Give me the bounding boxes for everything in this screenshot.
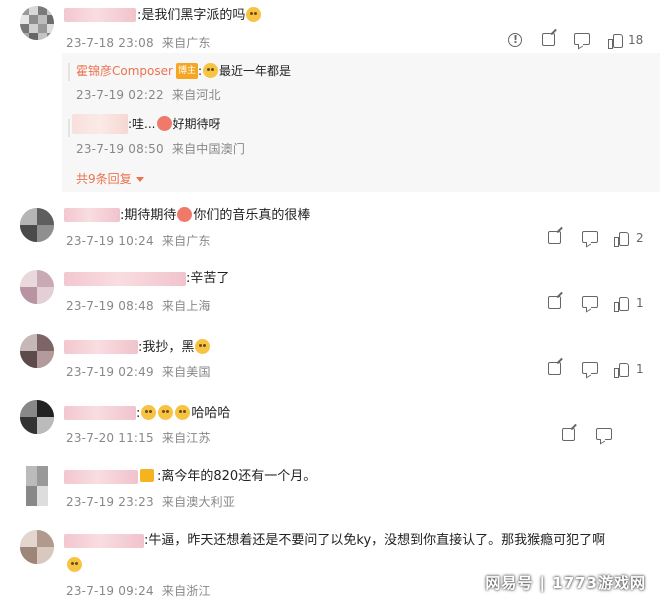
reply-author[interactable]: 霍锦彦Composer	[76, 64, 173, 78]
reply-meta: 23-7-19 02:22 来自河北	[76, 88, 221, 102]
comment-text-emoji	[66, 557, 83, 574]
username[interactable]	[64, 470, 138, 484]
comment-actions: 18	[508, 33, 648, 51]
comment-meta: 23-7-19 08:48 来自上海	[66, 299, 211, 313]
comment-text: :辛苦了	[186, 271, 230, 286]
comment-text: :离今年的820还有一个月。	[140, 469, 316, 485]
share-icon[interactable]	[548, 231, 561, 244]
emoji-icon	[175, 405, 191, 420]
crown-icon	[140, 469, 154, 482]
author-badge: 博主	[175, 63, 198, 79]
avatar[interactable]	[26, 466, 48, 506]
share-icon[interactable]	[548, 296, 561, 309]
comment-meta: 23-7-19 10:24 来自广东	[66, 234, 211, 248]
like-icon[interactable]	[614, 362, 629, 378]
emoji-icon	[158, 405, 174, 420]
report-icon[interactable]	[508, 33, 522, 47]
comment-actions	[562, 428, 642, 446]
comment-icon[interactable]	[574, 33, 590, 45]
avatar[interactable]	[20, 208, 54, 242]
share-icon[interactable]	[548, 362, 561, 375]
avatar[interactable]	[20, 400, 54, 434]
like-icon[interactable]	[614, 231, 629, 247]
comment-icon[interactable]	[582, 362, 598, 374]
emoji-icon	[141, 405, 157, 420]
username[interactable]	[64, 272, 186, 286]
comment-text: :牛逼，昨天还想着还是不要问了以免ky，没想到你直接认了。那我猴瘾可犯了啊	[144, 533, 606, 548]
reply-thread: 霍锦彦Composer 博主: 最近一年都是 23-7-19 02:22 来自河北 …	[62, 53, 660, 192]
avatar[interactable]	[20, 334, 54, 368]
comment-meta: 23-7-19 09:24 来自浙江	[66, 584, 211, 598]
comment-meta: 23-7-18 23:08 来自广东	[66, 36, 211, 50]
comment-meta: 23-7-19 02:49 来自美国	[66, 365, 211, 379]
comment-icon[interactable]	[582, 231, 598, 243]
username[interactable]	[64, 208, 120, 222]
reply-text: :哇... 好期待呀	[128, 116, 221, 131]
like-icon[interactable]	[608, 33, 623, 49]
reply-text: 霍锦彦Composer 博主: 最近一年都是	[76, 63, 292, 79]
avatar[interactable]	[20, 6, 54, 40]
share-icon[interactable]	[542, 33, 555, 46]
comment-icon[interactable]	[582, 296, 598, 308]
like-count: 1	[636, 362, 644, 376]
more-replies-link[interactable]: 共9条回复	[76, 170, 144, 187]
comment-text: :是我们黑字派的吗	[137, 7, 262, 24]
avatar[interactable]	[20, 530, 54, 564]
like-count: 1	[636, 296, 644, 310]
comment-actions: 2	[548, 231, 648, 249]
comment-meta: 23-7-19 23:23 来自澳大利亚	[66, 495, 236, 509]
like-icon[interactable]	[614, 296, 629, 312]
watermark: 网易号 | 1773游戏网	[485, 574, 646, 592]
emoji-icon	[156, 116, 172, 131]
username[interactable]	[64, 8, 136, 22]
comment-meta: 23-7-20 11:15 来自江苏	[66, 431, 211, 445]
comment-actions: 1	[548, 296, 648, 314]
like-count: 18	[628, 33, 644, 47]
emoji-icon	[195, 339, 211, 354]
comment-text: :期待期待 你们的音乐真的很棒	[120, 207, 311, 223]
comment-actions: 1	[548, 362, 648, 380]
like-count: 2	[636, 231, 644, 245]
emoji-icon	[246, 7, 262, 22]
username[interactable]	[64, 534, 144, 548]
username[interactable]	[64, 340, 138, 354]
username[interactable]	[64, 406, 136, 420]
comment-text: : 哈哈哈	[136, 405, 231, 421]
comment-text: :我抄，黑	[138, 339, 211, 356]
avatar[interactable]	[20, 270, 54, 304]
reply-username[interactable]	[72, 114, 128, 134]
emoji-icon	[203, 63, 219, 78]
emoji-icon	[177, 207, 193, 222]
comment-icon[interactable]	[596, 428, 612, 440]
share-icon[interactable]	[562, 428, 575, 441]
reply-meta: 23-7-19 08:50 来自中国澳门	[76, 142, 246, 156]
emoji-icon	[67, 557, 82, 572]
